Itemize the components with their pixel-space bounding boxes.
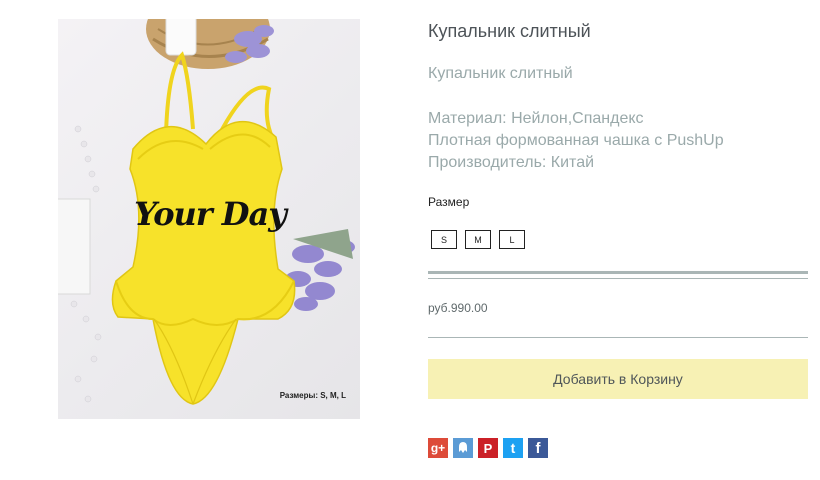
vk-icon[interactable] — [453, 438, 473, 458]
pinterest-icon[interactable]: P — [478, 438, 498, 458]
size-label: Размер — [428, 195, 470, 209]
divider — [428, 271, 808, 274]
product-description: Материал: Нейлон,Спандекс Плотная формов… — [428, 108, 724, 174]
vk-glyph — [459, 442, 467, 453]
size-option-m[interactable]: M — [465, 230, 491, 249]
twitter-icon[interactable]: t — [503, 438, 523, 458]
size-option-l[interactable]: L — [499, 230, 525, 249]
frame-illustration — [58, 198, 91, 295]
product-image[interactable]: Your Day Размеры: S, M, L — [58, 19, 360, 419]
divider — [428, 337, 808, 338]
description-line-material: Материал: Нейлон,Спандекс — [428, 110, 644, 127]
divider — [428, 278, 808, 279]
image-size-caption: Размеры: S, M, L — [279, 391, 346, 400]
size-options: S M L — [431, 230, 525, 249]
brand-logo: Your Day — [134, 195, 287, 233]
description-line-manufacturer: Производитель: Китай — [428, 154, 595, 171]
product-subtitle: Купальник слитный — [428, 65, 573, 82]
google-plus-icon[interactable]: g+ — [428, 438, 448, 458]
size-option-s[interactable]: S — [431, 230, 457, 249]
add-to-cart-button[interactable]: Добавить в Корзину — [428, 359, 808, 399]
bottle-illustration — [165, 19, 197, 56]
product-title: Купальник слитный — [428, 21, 591, 41]
product-price: руб.990.00 — [428, 301, 488, 315]
description-line-cup: Плотная формованная чашка с PushUp — [428, 132, 724, 149]
social-share-bar: g+ P t f — [428, 438, 548, 458]
lavender-illustration-right — [285, 229, 355, 311]
facebook-icon[interactable]: f — [528, 438, 548, 458]
